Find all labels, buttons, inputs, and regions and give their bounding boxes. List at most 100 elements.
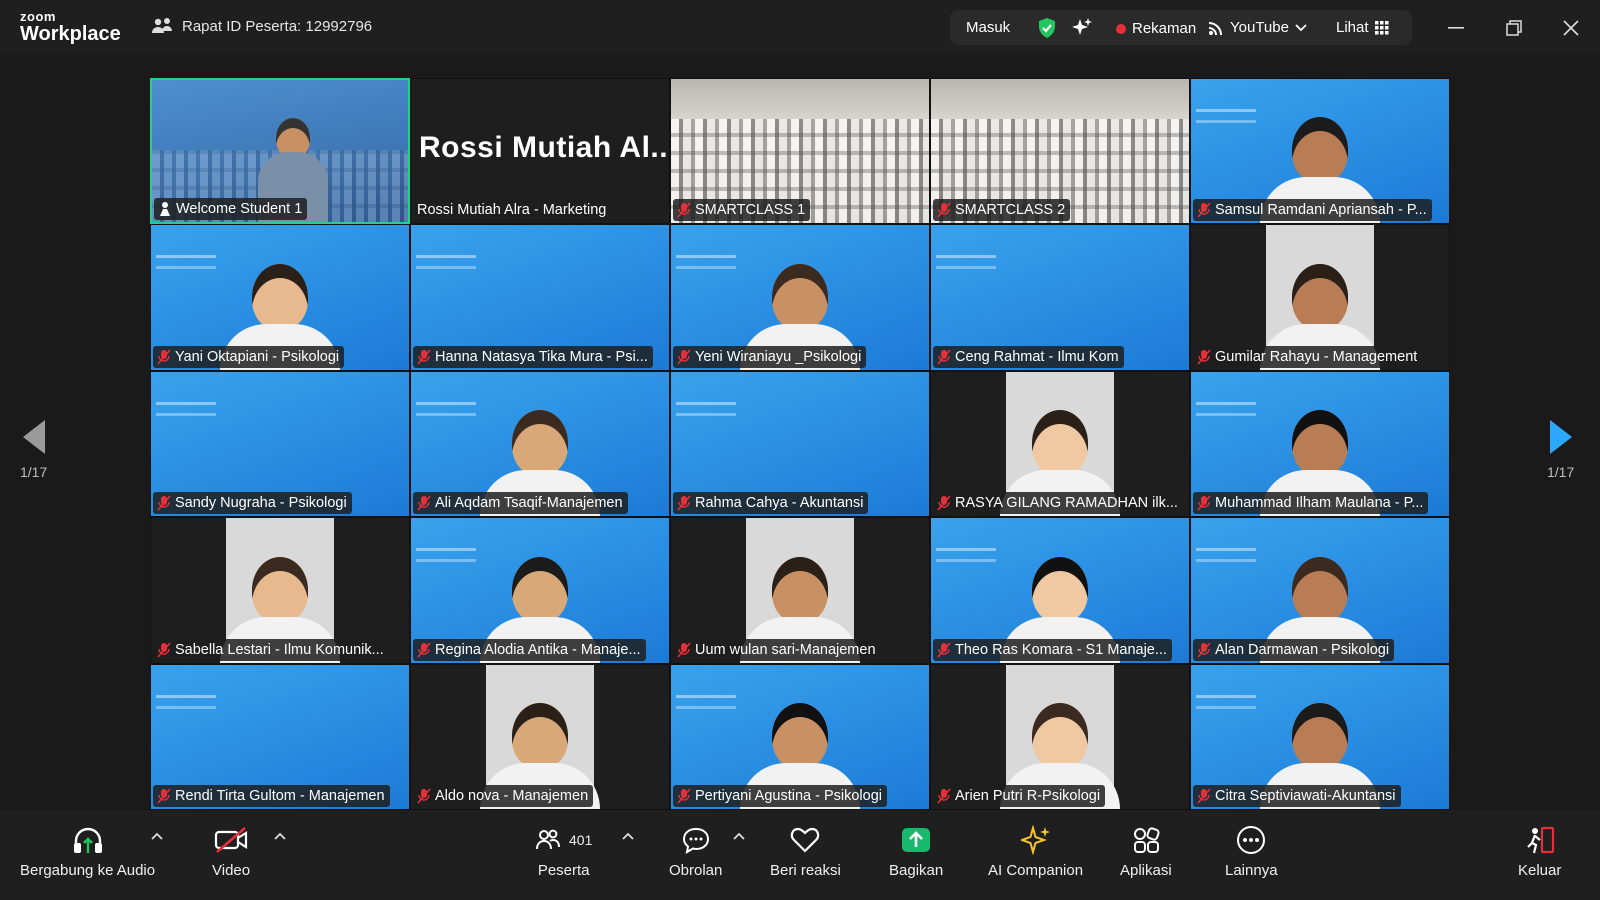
participant-name: Citra Septiviawati-Akuntansi <box>1215 787 1396 804</box>
participant-video-tile[interactable]: SMARTCLASS 2 <box>930 78 1190 225</box>
mic-muted-icon <box>937 349 951 365</box>
participant-video-tile[interactable]: Rendi Tirta Gultom - Manajemen <box>150 663 410 810</box>
minimize-button[interactable] <box>1442 14 1470 42</box>
virtual-background-decor <box>676 255 736 270</box>
participant-video-tile[interactable]: Gumilar Rahayu - Management <box>1190 224 1450 371</box>
participant-video-tile[interactable]: Theo Ras Komara - S1 Manaje... <box>930 517 1190 664</box>
participant-nameplate: Rendi Tirta Gultom - Manajemen <box>153 784 390 807</box>
participant-name: Arien Putri R-Psikologi <box>955 787 1101 804</box>
ai-companion-sparkle-icon <box>1020 825 1050 855</box>
restore-button[interactable] <box>1500 14 1528 42</box>
participant-nameplate: Yeni Wiraniayu _Psikologi <box>673 345 867 368</box>
participant-nameplate: Muhammad Ilham Maulana - P... <box>1193 492 1429 515</box>
livestream-label: YouTube <box>1230 19 1289 36</box>
mic-muted-icon <box>157 788 171 804</box>
video-button[interactable]: Video <box>212 824 250 879</box>
video-off-icon <box>214 827 248 853</box>
participant-video-tile[interactable]: Aldo nova - Manajemen <box>410 663 670 810</box>
participant-nameplate: Yani Oktapiani - Psikologi <box>153 345 345 368</box>
participant-name: Aldo nova - Manajemen <box>435 787 589 804</box>
chat-button[interactable]: Obrolan <box>669 824 722 879</box>
participant-video-tile[interactable]: Welcome Student 1 <box>150 78 410 225</box>
participant-name: Gumilar Rahayu - Management <box>1215 348 1418 365</box>
share-button[interactable]: Bagikan <box>889 824 943 879</box>
view-button[interactable]: Lihat <box>1336 19 1389 36</box>
participant-video-tile[interactable]: Rahma Cahya - Akuntansi <box>670 370 930 518</box>
react-button[interactable]: Beri reaksi <box>770 824 841 879</box>
next-page-nav[interactable]: 1/17 <box>1547 420 1574 480</box>
leave-label: Keluar <box>1518 862 1562 879</box>
mic-muted-icon <box>157 642 171 658</box>
video-options-chevron-icon[interactable] <box>273 830 287 844</box>
page-indicator-left: 1/17 <box>20 464 48 480</box>
participant-video-tile[interactable]: Hanna Natasya Tika Mura - Psi... <box>410 224 670 371</box>
mic-muted-icon <box>677 202 691 218</box>
prev-page-nav[interactable]: 1/17 <box>20 420 47 480</box>
chevron-down-icon <box>1295 23 1307 31</box>
participants-count: 401 <box>569 832 593 848</box>
participants-icon <box>536 829 560 850</box>
participant-video-tile[interactable]: Ali Aqdam Tsaqif-Manajemen <box>410 370 670 518</box>
participant-video-tile[interactable]: Pertiyani Agustina - Psikologi <box>670 663 930 810</box>
recording-indicator[interactable]: Rekaman <box>1116 20 1196 37</box>
header-controls: Masuk Rekaman YouTube Lihat <box>950 10 1412 45</box>
sign-in-button[interactable]: Masuk <box>966 19 1010 36</box>
mic-muted-icon <box>1197 495 1211 511</box>
close-icon <box>1563 20 1579 36</box>
participant-video-tile[interactable]: Samsul Ramdani Apriansah - P... <box>1190 78 1450 225</box>
apps-label: Aplikasi <box>1120 862 1172 879</box>
participant-video-tile[interactable]: RASYA GILANG RAMADHAN ilk... <box>930 370 1190 518</box>
participant-video-tile[interactable]: Uum wulan sari-Manajemen <box>670 517 930 664</box>
participant-video-tile[interactable]: SMARTCLASS 1 <box>670 78 930 225</box>
more-button[interactable]: Lainnya <box>1225 824 1278 879</box>
apps-button[interactable]: Aplikasi <box>1120 824 1172 879</box>
security-shield-icon[interactable] <box>1037 17 1057 39</box>
mic-muted-icon <box>937 642 951 658</box>
participant-video-tile[interactable]: Rossi Mutiah Al... Rossi Mutiah Alra - Ma… <box>410 78 670 225</box>
arrow-left-icon[interactable] <box>22 420 45 454</box>
virtual-background-decor <box>1196 109 1256 123</box>
participant-video-tile[interactable]: Sabella Lestari - Ilmu Komunik... <box>150 517 410 664</box>
participant-name: Regina Alodia Antika - Manaje... <box>435 641 641 658</box>
arrow-right-icon[interactable] <box>1549 420 1572 454</box>
mic-muted-icon <box>677 642 691 658</box>
close-button[interactable] <box>1557 14 1585 42</box>
participants-options-chevron-icon[interactable] <box>621 830 635 844</box>
participants-button[interactable]: 401 Peserta <box>535 824 592 879</box>
livestream-dropdown[interactable]: YouTube <box>1208 19 1307 36</box>
participant-nameplate: Alan Darmawan - Psikologi <box>1193 638 1395 661</box>
participant-video-tile[interactable]: Yeni Wiraniayu _Psikologi <box>670 224 930 371</box>
virtual-background-decor <box>1196 548 1256 563</box>
participant-name: Ali Aqdam Tsaqif-Manajemen <box>435 495 623 512</box>
participant-nameplate: SMARTCLASS 2 <box>933 199 1071 222</box>
ai-sparkle-icon[interactable] <box>1071 17 1093 39</box>
mic-muted-icon <box>417 642 431 658</box>
chat-options-chevron-icon[interactable] <box>732 830 746 844</box>
participant-name: Rossi Mutiah Alra - Marketing <box>417 202 607 219</box>
share-label: Bagikan <box>889 862 944 879</box>
participant-video-tile[interactable]: Muhammad Ilham Maulana - P... <box>1190 370 1450 518</box>
join-audio-button[interactable]: Bergabung ke Audio <box>20 824 155 879</box>
meeting-toolbar: Bergabung ke Audio Video 401 Peserta Obr… <box>0 810 1600 900</box>
virtual-background-decor <box>416 548 476 563</box>
participant-video-tile[interactable]: Yani Oktapiani - Psikologi <box>150 224 410 371</box>
audio-options-chevron-icon[interactable] <box>150 830 164 844</box>
participant-video-tile[interactable]: Citra Septiviawati-Akuntansi <box>1190 663 1450 810</box>
headphones-icon <box>73 827 102 853</box>
video-label: Video <box>212 862 251 879</box>
participant-name: Alan Darmawan - Psikologi <box>1215 641 1390 658</box>
chat-label: Obrolan <box>669 862 723 879</box>
meeting-info[interactable]: Rapat ID Peserta: 12992796 <box>152 17 372 35</box>
logo-top-text: zoom <box>20 9 56 24</box>
virtual-background-decor <box>416 401 476 416</box>
ai-companion-button[interactable]: AI Companion <box>988 824 1083 879</box>
participant-name: Sabella Lestari - Ilmu Komunik... <box>175 641 384 658</box>
participant-video-tile[interactable]: Ceng Rahmat - Ilmu Kom <box>930 224 1190 371</box>
participant-video-tile[interactable]: Alan Darmawan - Psikologi <box>1190 517 1450 664</box>
participant-video-tile[interactable]: Regina Alodia Antika - Manaje... <box>410 517 670 664</box>
participant-video-tile[interactable]: Arien Putri R-Psikologi <box>930 663 1190 810</box>
zoom-logo: zoom Workplace <box>20 10 121 44</box>
leave-button[interactable]: Keluar <box>1518 824 1561 879</box>
participant-video-tile[interactable]: Sandy Nugraha - Psikologi <box>150 370 410 518</box>
participant-nameplate: Uum wulan sari-Manajemen <box>673 638 881 661</box>
